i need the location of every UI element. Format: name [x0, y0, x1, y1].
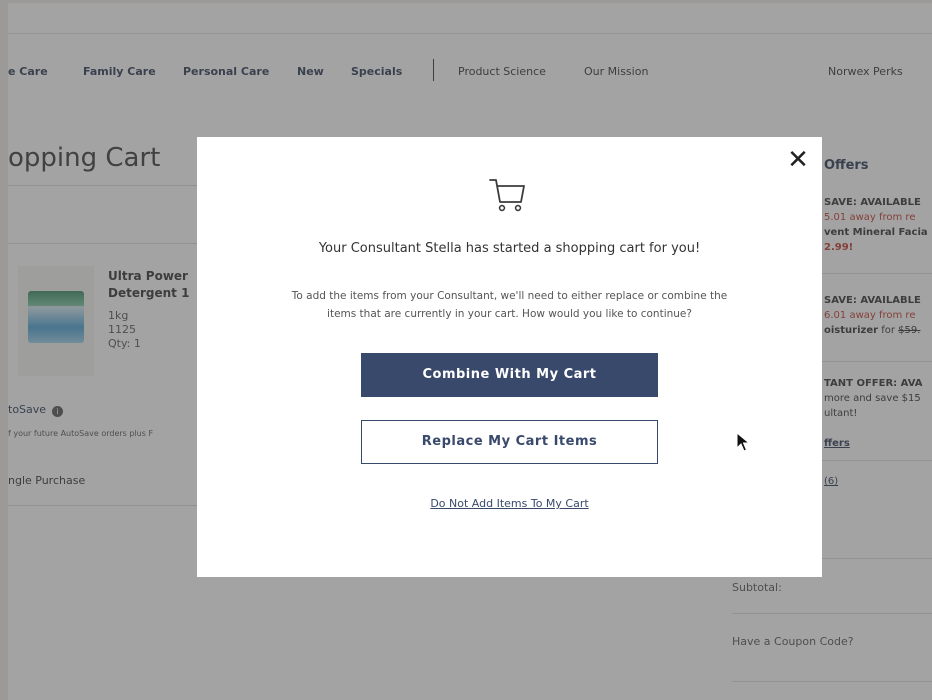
consultant-cart-modal: ✕ Your Consultant Stella has started a s…	[197, 137, 822, 577]
modal-description-line2: items that are currently in your cart. H…	[327, 308, 692, 320]
close-icon[interactable]: ✕	[785, 147, 811, 173]
do-not-add-items-link[interactable]: Do Not Add Items To My Cart	[197, 497, 822, 510]
mouse-pointer-icon	[736, 432, 750, 452]
shopping-cart-icon	[489, 179, 525, 212]
combine-with-cart-button[interactable]: Combine With My Cart	[361, 353, 658, 397]
modal-description-line1: To add the items from your Consultant, w…	[291, 290, 728, 302]
modal-description: To add the items from your Consultant, w…	[247, 287, 772, 323]
replace-cart-items-button[interactable]: Replace My Cart Items	[361, 420, 658, 464]
modal-title: Your Consultant Stella has started a sho…	[318, 241, 701, 256]
